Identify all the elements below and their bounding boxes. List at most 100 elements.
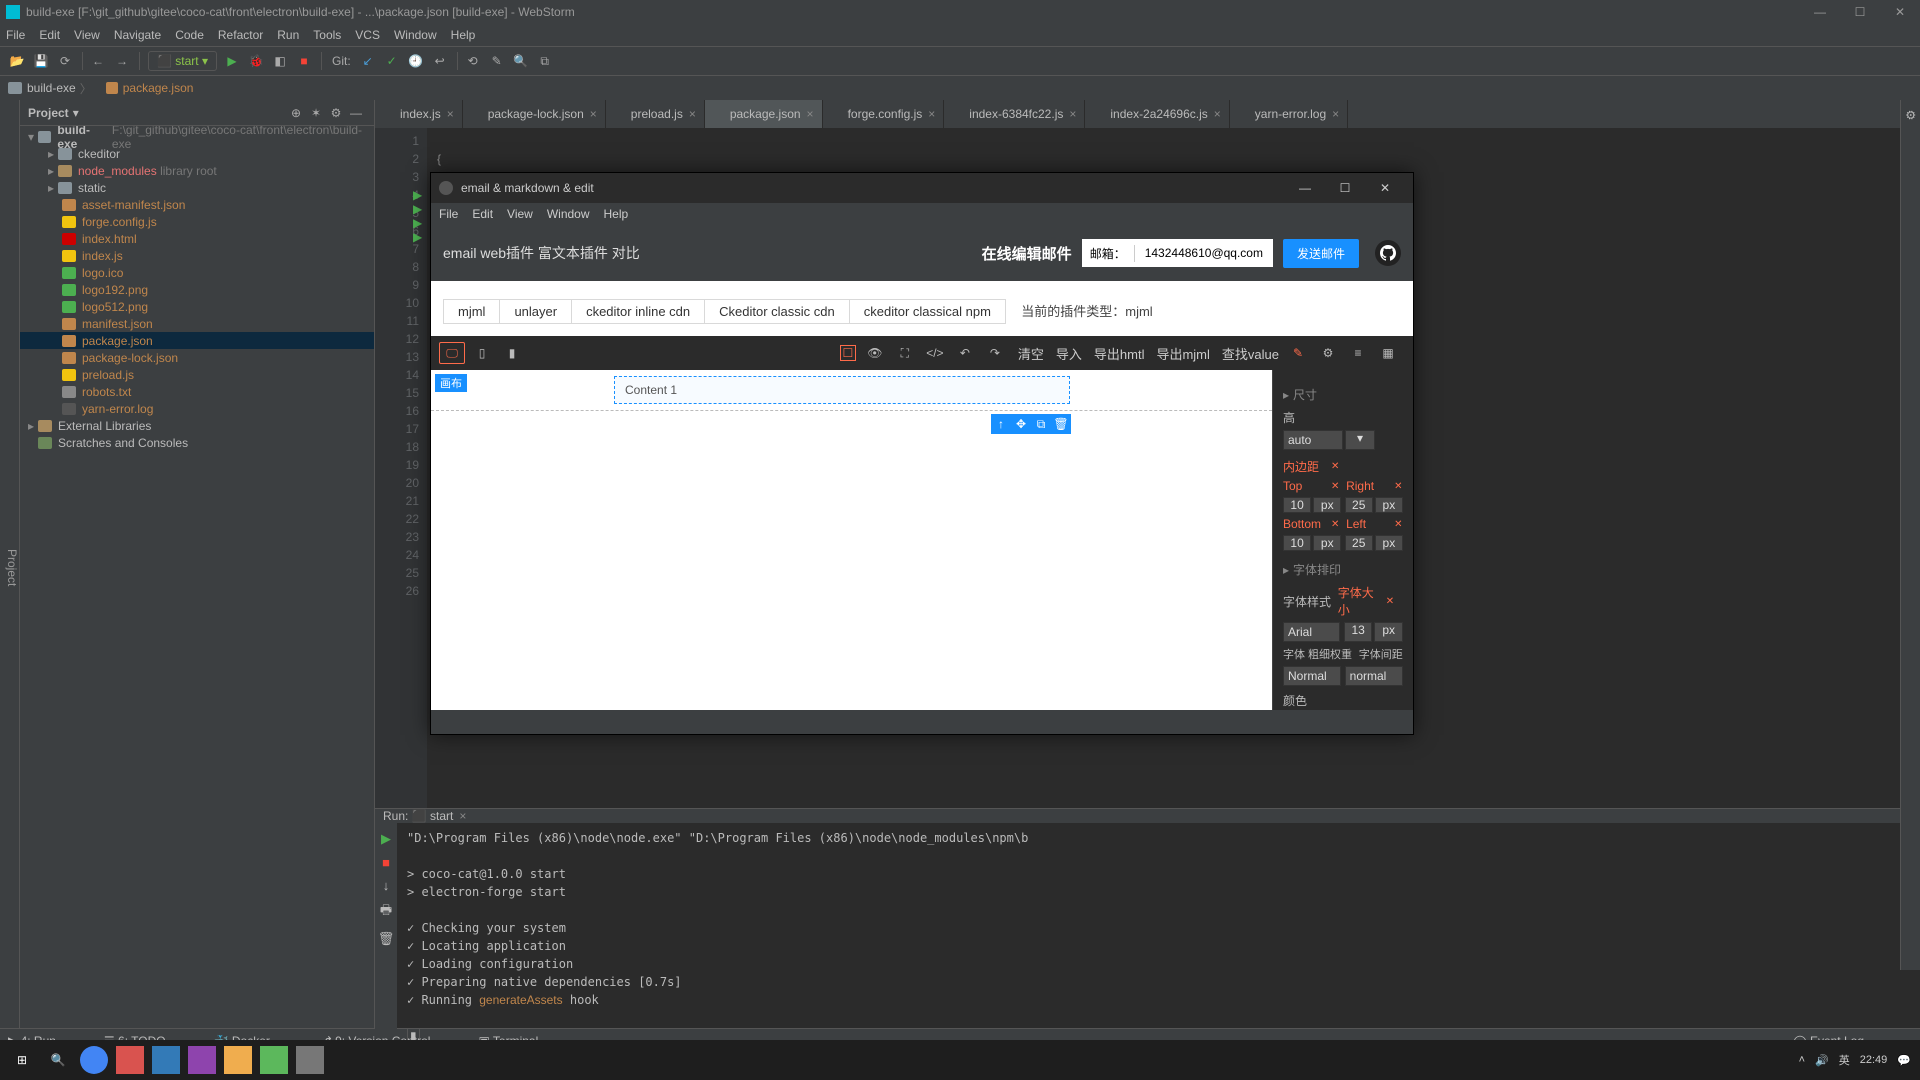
device-tablet-icon[interactable]: ▯ [469,342,495,364]
menu-navigate[interactable]: Navigate [114,28,161,42]
project-tool-tab[interactable]: Project [0,100,20,1028]
gear-icon[interactable]: ⚙ [1315,342,1341,364]
content-slot[interactable]: Content 1 [614,376,1070,404]
cat-size[interactable]: 尺寸 [1283,386,1403,403]
forward-icon[interactable]: → [111,50,133,72]
refresh-icon[interactable]: ⟳ [54,50,76,72]
font-family-select[interactable]: Arial [1283,622,1340,642]
tab-close-icon[interactable]: × [1069,107,1076,121]
deploy-icon[interactable]: ⧉ [534,50,556,72]
tree-file[interactable]: logo192.png [20,281,374,298]
rerun-icon[interactable]: ▶ [381,831,391,847]
ewin-maximize-icon[interactable]: ☐ [1325,181,1365,195]
menu-refactor[interactable]: Refactor [218,28,263,42]
editor-tab[interactable]: forge.config.js× [823,100,945,128]
app1-icon[interactable] [116,1046,144,1074]
device-mobile-icon[interactable]: ▮ [499,342,525,364]
coverage-icon[interactable]: ◧ [269,50,291,72]
tree-file[interactable]: package-lock.json [20,349,374,366]
tree-dir-ckeditor[interactable]: ckeditor [78,147,120,161]
emenu-help[interactable]: Help [604,207,629,221]
editor-tab[interactable]: package-lock.json× [463,100,606,128]
gear-icon[interactable]: ⚙ [326,106,346,120]
tab-close-icon[interactable]: × [447,107,454,121]
tree-dir-static[interactable]: static [78,181,106,195]
editor-tab[interactable]: yarn-error.log× [1230,100,1348,128]
tab-close-icon[interactable]: × [1214,107,1221,121]
slot-delete-icon[interactable]: 🗑 [1051,414,1071,434]
menu-code[interactable]: Code [175,28,204,42]
padding-top-input[interactable]: 10 [1283,497,1311,513]
padding-left-input[interactable]: 25 [1345,535,1373,551]
minimize-icon[interactable]: — [1800,0,1840,24]
explorer-icon[interactable] [224,1046,252,1074]
editor-tab[interactable]: index.js× [375,100,463,128]
git-revert-icon[interactable]: ↩ [429,50,451,72]
menu-window[interactable]: Window [394,28,437,42]
slot-up-icon[interactable]: ↑ [991,414,1011,434]
slot-copy-icon[interactable]: ⧉ [1031,414,1051,434]
tab-ckeditor-npm[interactable]: ckeditor classical npm [850,300,1005,323]
send-mail-button[interactable]: 发送邮件 [1283,239,1359,268]
menu-tools[interactable]: Tools [313,28,341,42]
btn-find-value[interactable]: 查找value [1222,344,1279,363]
btn-export-mjml[interactable]: 导出mjml [1156,344,1209,363]
btn-export-html[interactable]: 导出hmtl [1094,344,1145,363]
start-icon[interactable]: ⊞ [8,1046,36,1074]
cat-padding[interactable]: 内边距 [1283,458,1329,475]
redo-icon[interactable]: ↷ [982,342,1008,364]
chrome-icon[interactable] [80,1046,108,1074]
tab-close-icon[interactable]: × [807,107,814,121]
tree-file[interactable]: asset-manifest.json [20,196,374,213]
tray-notifications-icon[interactable]: 💬 [1897,1054,1911,1067]
ewin-close-icon[interactable]: ✕ [1365,181,1405,195]
pencil-icon[interactable]: ✎ [1285,342,1311,364]
menu-file[interactable]: File [6,28,25,42]
crumb-file[interactable]: package.json [123,81,194,95]
search-icon[interactable]: 🔍 [510,50,532,72]
tree-file[interactable]: package.json [20,332,374,349]
menu-edit[interactable]: Edit [39,28,60,42]
collapse-icon[interactable]: ✶ [306,106,326,120]
down-icon[interactable]: ↓ [383,878,390,893]
tree-scratches[interactable]: Scratches and Consoles [58,436,188,450]
ewin-minimize-icon[interactable]: — [1285,181,1325,195]
save-icon[interactable]: 💾 [30,50,52,72]
trash-icon[interactable]: 🗑 [378,931,395,947]
stop-run-icon[interactable]: ■ [382,855,390,870]
grid-icon[interactable]: ▦ [1375,342,1401,364]
tree-file[interactable]: robots.txt [20,383,374,400]
height-select[interactable]: auto [1283,430,1343,450]
device-desktop-icon[interactable]: 🖵 [439,342,465,364]
cat-font[interactable]: 字体排印 [1283,561,1403,578]
print-icon[interactable]: 🖶 [380,901,392,923]
tree-file[interactable]: manifest.json [20,315,374,332]
tray-ime[interactable]: 英 [1839,1052,1850,1068]
tree-file[interactable]: yarn-error.log [20,400,374,417]
tab-close-icon[interactable]: × [928,107,935,121]
app5-icon[interactable] [296,1046,324,1074]
font-size-input[interactable]: 13 [1344,622,1373,642]
maximize-icon[interactable]: ☐ [1840,0,1880,24]
git-commit-icon[interactable]: ✓ [381,50,403,72]
git-update-icon[interactable]: ↙ [357,50,379,72]
tree-file[interactable]: forge.config.js [20,213,374,230]
open-icon[interactable]: 📂 [6,50,28,72]
tree-external-libraries[interactable]: External Libraries [58,419,151,433]
tab-mjml[interactable]: mjml [444,300,500,323]
run-icon[interactable]: ▶ [221,50,243,72]
tree-file[interactable]: logo512.png [20,298,374,315]
tree-file[interactable]: index.html [20,230,374,247]
debug-icon[interactable]: 🐞 [245,50,267,72]
list-icon[interactable]: ≡ [1345,342,1371,364]
sync-icon[interactable]: ⟲ [462,50,484,72]
app4-icon[interactable] [260,1046,288,1074]
editor-tab[interactable]: preload.js× [606,100,705,128]
structure-icon[interactable]: ✎ [486,50,508,72]
emenu-edit[interactable]: Edit [472,207,493,221]
btn-clear[interactable]: 清空 [1018,344,1044,363]
back-icon[interactable]: ← [87,50,109,72]
search-icon[interactable]: 🔍 [44,1046,72,1074]
stop-icon[interactable]: ■ [293,50,315,72]
fullscreen-icon[interactable]: ⛶ [892,342,918,364]
